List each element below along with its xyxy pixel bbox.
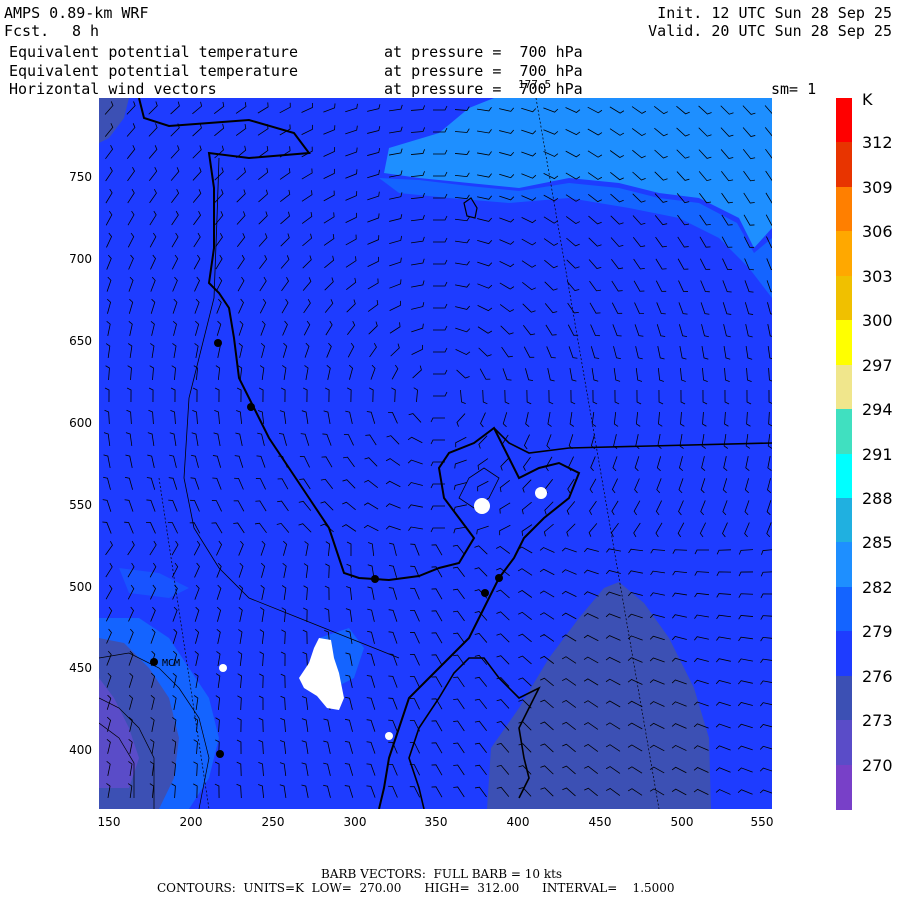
station-dot [247,403,255,411]
colorbar-segment [836,98,852,143]
mountain-mask [535,487,547,499]
y-tick-label: 750 [69,170,92,184]
colorbar-segment [836,275,852,321]
colorbar-segment [836,542,852,588]
field-line-2: Equivalent potential temperature [9,62,298,80]
colorbar-unit: K [862,90,873,109]
mountain-mask [474,498,490,514]
x-tick-label: 400 [506,815,530,829]
colorbar-label: 270 [862,755,893,775]
colorbar-label: 303 [862,266,893,286]
colorbar-segment [836,142,852,188]
y-tick-label: 600 [69,416,92,430]
colorbar-segment [836,720,852,766]
colorbar-label: 288 [862,488,893,508]
station-dot [481,589,489,597]
colorbar-segment [836,453,852,499]
y-tick-label: 450 [69,661,92,675]
y-tick-label: 500 [69,580,92,594]
mountain-mask [385,732,393,740]
colorbar-label: 300 [862,311,893,331]
colorbar-segment [836,186,852,232]
colorbar-segment [836,320,852,366]
colorbar-segment [836,764,852,810]
mountain-mask [219,664,227,672]
smoothing-label: sm= 1 [771,80,817,98]
colorbar-label: 297 [862,355,893,375]
colorbar-label: 282 [862,577,893,597]
forecast-value: 8 h [72,22,100,40]
colorbar-segment [836,675,852,721]
x-tick-label: 450 [588,815,612,829]
station-dot [495,574,503,582]
barb-legend: BARB VECTORS: FULL BARB = 10 kts [321,867,563,881]
colorbar-segment [836,497,852,543]
station-dot [371,575,379,583]
colorbar-segment [836,409,852,455]
colorbar-label: 276 [862,666,893,686]
contour-legend: CONTOURS: UNITS=K LOW= 270.00 HIGH= 312.… [157,881,675,895]
colorbar [836,98,852,810]
level-line-3: at pressure = 700 hPa [384,80,583,98]
field-line-1: Equivalent potential temperature [9,43,298,61]
init-time: Init. 12 UTC Sun 28 Sep 25 [657,4,892,22]
station-dot [214,339,222,347]
colorbar-label: 291 [862,444,893,464]
x-tick-label: 550 [750,815,774,829]
x-tick-label: 300 [343,815,367,829]
y-tick-label: 400 [69,743,92,757]
colorbar-segment [836,364,852,410]
field-line-3: Horizontal wind vectors [9,80,217,98]
x-tick-label: 200 [179,815,203,829]
colorbar-label: 273 [862,711,893,731]
colorbar-label: 279 [862,622,893,642]
colorbar-segment [836,631,852,677]
y-tick-label: 700 [69,252,92,266]
meridian-label: 177.5 [518,78,552,91]
station-dot [150,658,158,666]
colorbar-segment [836,231,852,277]
level-line-1: at pressure = 700 hPa [384,43,583,61]
forecast-label: Fcst. [4,22,50,40]
colorbar-label: 309 [862,177,893,197]
colorbar-label: 312 [862,133,893,153]
station-label: MCM [162,658,180,669]
colorbar-label: 285 [862,533,893,553]
valid-time: Valid. 20 UTC Sun 28 Sep 25 [648,22,892,40]
level-line-2: at pressure = 700 hPa [384,62,583,80]
x-tick-label: 250 [261,815,285,829]
colorbar-label: 294 [862,400,893,420]
x-tick-label: 150 [97,815,121,829]
x-tick-label: 500 [670,815,694,829]
colorbar-label: 306 [862,222,893,242]
map-panel: MCM [99,98,772,809]
station-dot [216,750,224,758]
model-title: AMPS 0.89-km WRF [4,4,149,22]
colorbar-segment [836,586,852,632]
x-tick-label: 350 [424,815,448,829]
y-tick-label: 550 [69,498,92,512]
y-tick-label: 650 [69,334,92,348]
